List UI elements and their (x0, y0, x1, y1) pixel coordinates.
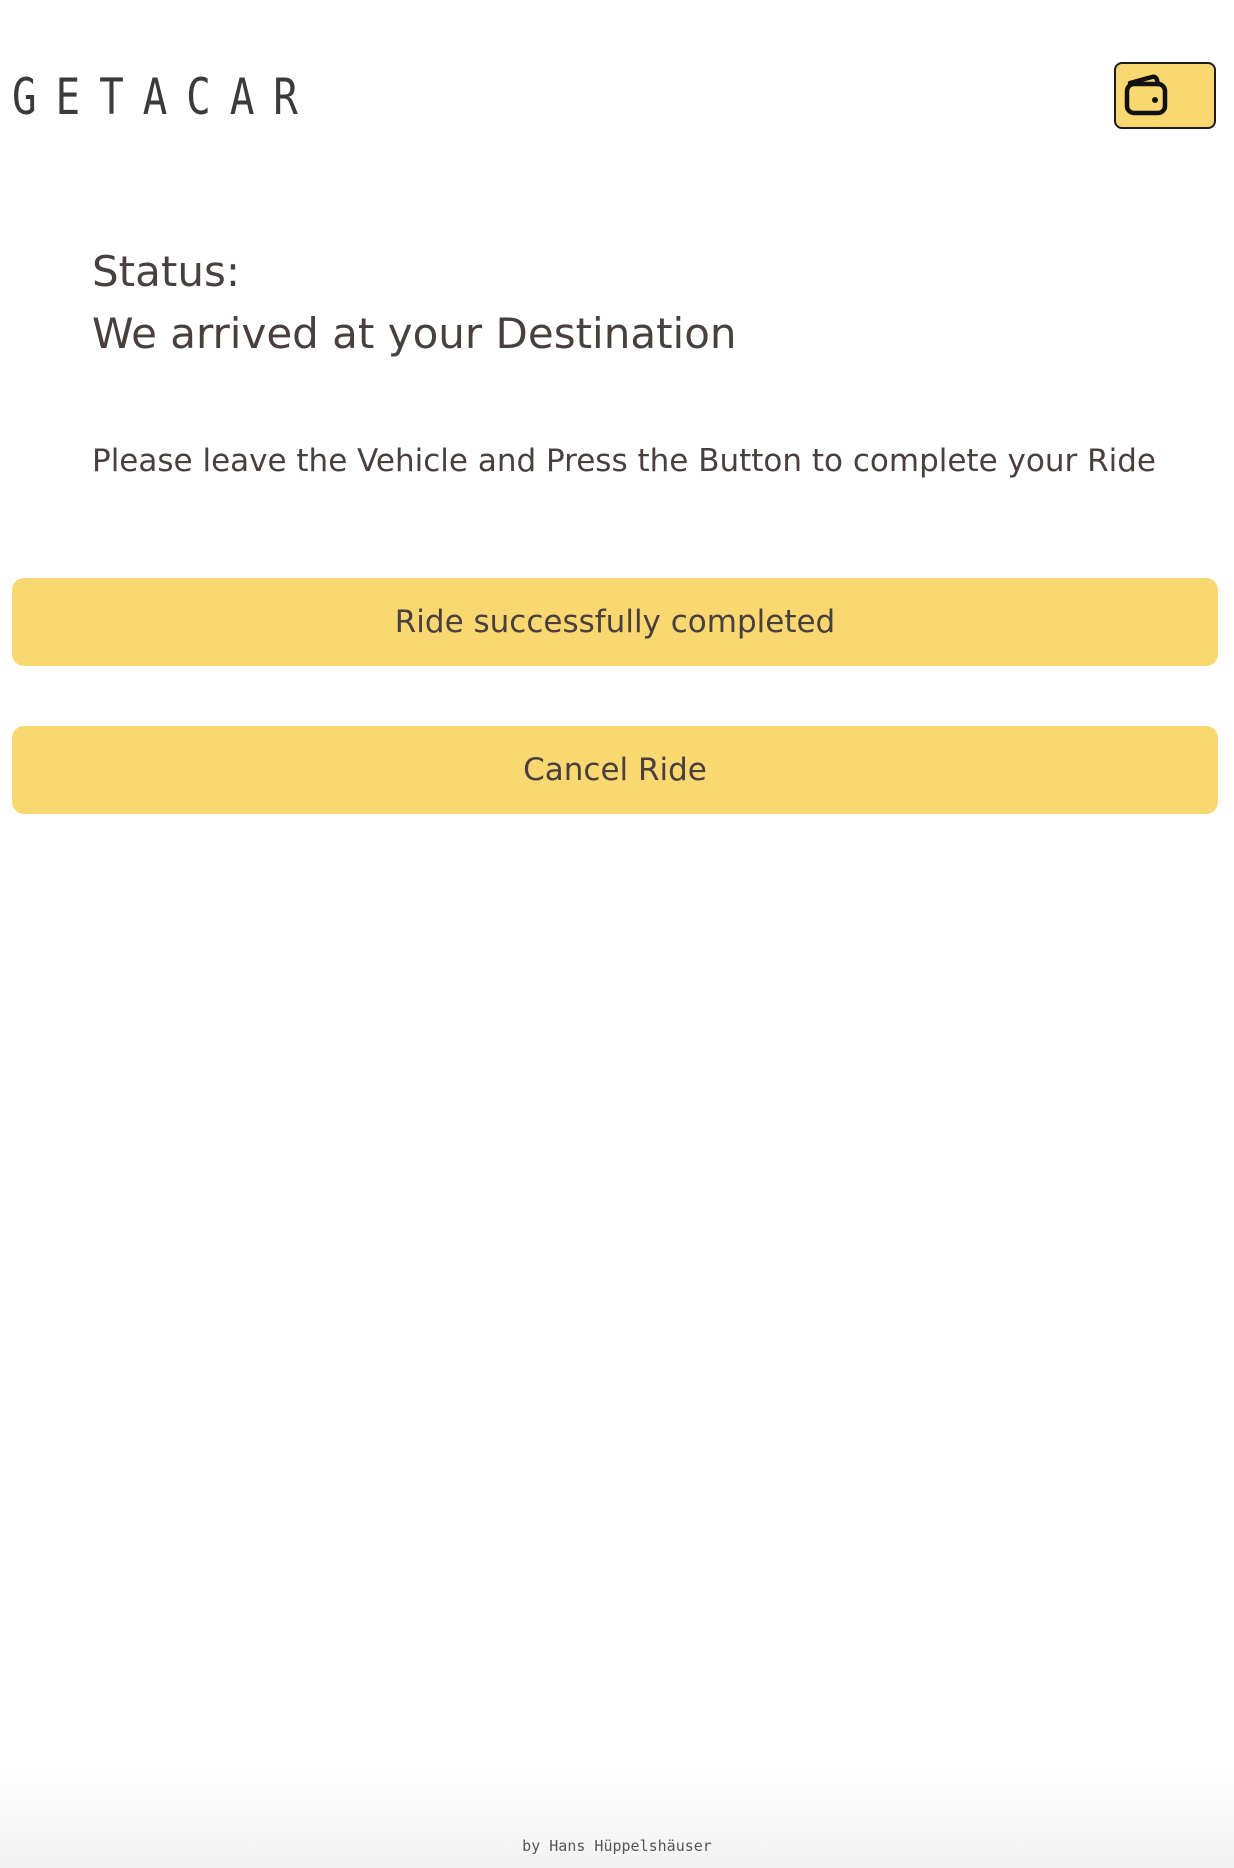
ride-completed-button[interactable]: Ride successfully completed (12, 578, 1218, 666)
status-section: Status: We arrived at your Destination (92, 246, 737, 360)
page: GETACAR Status: We arrived at your Desti… (0, 0, 1234, 1868)
status-label: Status: (92, 247, 240, 296)
status-message: We arrived at your Destination (92, 309, 737, 358)
footer-credit: by Hans Hüppelshäuser (522, 1837, 712, 1855)
wallet-button[interactable] (1114, 62, 1216, 129)
cancel-ride-button[interactable]: Cancel Ride (12, 726, 1218, 814)
app-logo: GETACAR (12, 68, 317, 126)
instruction-text: Please leave the Vehicle and Press the B… (92, 443, 1156, 479)
